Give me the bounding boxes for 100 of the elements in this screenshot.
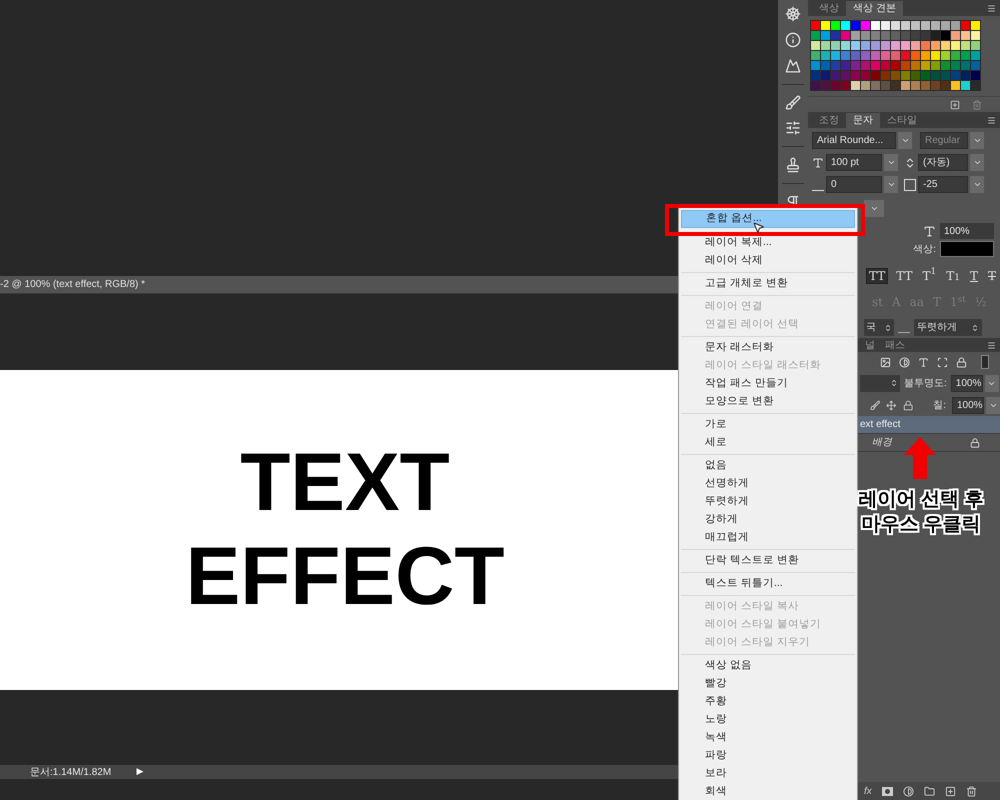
color-swatch[interactable]	[861, 71, 870, 80]
menu-item[interactable]: 색상 없음	[681, 657, 855, 675]
lock-all-icon[interactable]	[902, 400, 914, 410]
color-swatch[interactable]	[891, 51, 900, 60]
menu-item[interactable]: 작업 패스 만들기	[681, 375, 855, 393]
panel-tab[interactable]: 문자	[846, 113, 880, 128]
color-swatch[interactable]	[911, 51, 920, 60]
color-swatch[interactable]	[831, 31, 840, 40]
menu-item[interactable]: 강하게	[681, 511, 855, 529]
color-swatch[interactable]	[881, 61, 890, 70]
color-swatch[interactable]	[871, 51, 880, 60]
color-swatch[interactable]	[931, 61, 940, 70]
color-swatch[interactable]	[951, 51, 960, 60]
color-swatch[interactable]	[841, 51, 850, 60]
text-style-button[interactable]: TT	[894, 268, 914, 284]
color-swatch[interactable]	[951, 31, 960, 40]
panel-menu-icon[interactable]	[987, 116, 996, 125]
color-swatch[interactable]	[851, 61, 860, 70]
dropdown-button[interactable]	[970, 154, 984, 171]
dropdown-button[interactable]	[884, 154, 898, 171]
menu-item[interactable]: 모양으로 변환	[681, 393, 855, 411]
color-swatch[interactable]	[951, 61, 960, 70]
color-swatch[interactable]	[911, 71, 920, 80]
color-swatch[interactable]	[841, 81, 850, 90]
menu-item[interactable]: 고급 개체로 변환	[681, 275, 855, 293]
color-swatch[interactable]	[861, 81, 870, 90]
lock-position-icon[interactable]	[886, 400, 897, 410]
menu-item[interactable]: 문자 래스터화	[681, 339, 855, 357]
color-swatch[interactable]	[871, 21, 880, 30]
brush-icon[interactable]	[785, 94, 801, 110]
mask-icon[interactable]	[882, 786, 893, 796]
color-swatch[interactable]	[941, 61, 950, 70]
color-swatch[interactable]	[921, 81, 930, 90]
color-swatch[interactable]	[971, 51, 980, 60]
antialias-dropdown[interactable]: 뚜렷하게	[914, 319, 982, 336]
color-swatch[interactable]	[821, 81, 830, 90]
color-swatch[interactable]	[811, 61, 820, 70]
color-swatch[interactable]	[911, 41, 920, 50]
tracking-dropdown[interactable]: -25	[918, 176, 968, 193]
dropdown-button[interactable]	[898, 132, 912, 149]
stamp-icon[interactable]	[785, 157, 801, 174]
panel-menu-icon[interactable]	[987, 4, 996, 13]
kerning-dropdown[interactable]: 0	[826, 176, 882, 193]
dropdown-button[interactable]	[864, 200, 884, 216]
dropdown-button[interactable]	[970, 132, 984, 149]
color-swatch[interactable]	[841, 21, 850, 30]
info-icon[interactable]	[785, 32, 801, 48]
color-swatch[interactable]	[921, 51, 930, 60]
color-swatch[interactable]	[831, 81, 840, 90]
menu-item[interactable]: 파랑	[681, 747, 855, 765]
panel-tab[interactable]: 널	[860, 339, 880, 352]
sliders-icon[interactable]	[785, 120, 801, 136]
color-swatch[interactable]	[941, 41, 950, 50]
language-dropdown[interactable]: 국	[864, 319, 894, 336]
new-swatch-icon[interactable]	[950, 100, 960, 110]
color-swatch[interactable]	[871, 81, 880, 90]
menu-item[interactable]: 레이어 삭제	[681, 252, 855, 270]
color-swatch[interactable]	[951, 71, 960, 80]
color-swatch[interactable]	[931, 31, 940, 40]
color-swatch[interactable]	[901, 71, 910, 80]
color-swatch[interactable]	[951, 81, 960, 90]
color-swatch[interactable]	[881, 31, 890, 40]
vertical-scale-field[interactable]: 100%	[940, 223, 994, 239]
color-swatch[interactable]	[861, 41, 870, 50]
color-swatch[interactable]	[891, 31, 900, 40]
color-swatch[interactable]	[811, 81, 820, 90]
color-swatch[interactable]	[831, 61, 840, 70]
color-swatch[interactable]	[961, 61, 970, 70]
color-swatch[interactable]	[971, 61, 980, 70]
color-swatch[interactable]	[941, 81, 950, 90]
color-swatch[interactable]	[881, 51, 890, 60]
color-swatch[interactable]	[881, 41, 890, 50]
color-swatch[interactable]	[901, 21, 910, 30]
color-swatch[interactable]	[811, 31, 820, 40]
color-swatch[interactable]	[931, 81, 940, 90]
filter-toggle[interactable]	[981, 355, 989, 369]
menu-item[interactable]: 혼합 옵션...	[681, 210, 855, 228]
color-swatch[interactable]	[821, 21, 830, 30]
color-swatch[interactable]	[891, 21, 900, 30]
ship-wheel-icon[interactable]	[785, 6, 801, 22]
font-size-dropdown[interactable]: 100 pt	[826, 154, 882, 171]
color-swatch[interactable]	[961, 71, 970, 80]
color-swatch[interactable]	[901, 51, 910, 60]
color-swatch[interactable]	[931, 41, 940, 50]
color-swatch[interactable]	[841, 71, 850, 80]
trash-icon[interactable]	[966, 786, 977, 796]
color-swatch[interactable]	[851, 21, 860, 30]
menu-item[interactable]: 텍스트 뒤틀기...	[681, 575, 855, 593]
color-swatch[interactable]	[851, 31, 860, 40]
color-swatch[interactable]	[811, 21, 820, 30]
panel-menu-icon[interactable]	[987, 341, 996, 350]
text-style-button[interactable]: T	[968, 268, 980, 284]
color-swatch[interactable]	[851, 71, 860, 80]
color-swatch[interactable]	[931, 21, 940, 30]
color-swatch[interactable]	[881, 71, 890, 80]
color-swatch[interactable]	[961, 41, 970, 50]
dropdown-button[interactable]	[984, 374, 999, 392]
color-swatch[interactable]	[871, 71, 880, 80]
layer-style-button[interactable]: fx	[864, 784, 872, 798]
color-swatch[interactable]	[811, 51, 820, 60]
